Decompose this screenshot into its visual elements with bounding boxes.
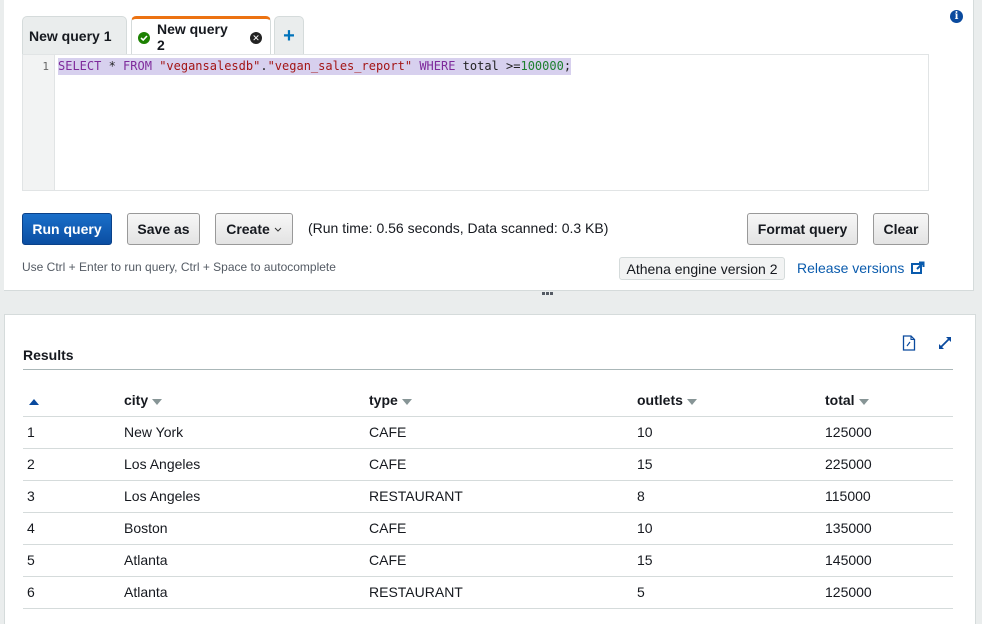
- cell-type: CAFE: [365, 544, 633, 577]
- cell-outlets: 10: [633, 416, 821, 449]
- cell-city: Los Angeles: [120, 480, 365, 513]
- divider: [23, 369, 953, 370]
- line-number: 1: [23, 55, 55, 190]
- sort-caret-icon: [152, 398, 163, 405]
- column-label: outlets: [637, 392, 683, 409]
- code-token: total >=: [455, 59, 521, 73]
- cell-city: New York: [120, 416, 365, 449]
- cell-total: 225000: [821, 448, 953, 481]
- code-token: FROM: [123, 59, 152, 73]
- row-number: 2: [23, 448, 120, 481]
- tab-new-query-1[interactable]: New query 1: [22, 16, 127, 54]
- row-number: 5: [23, 544, 120, 577]
- tab-label: New query 1: [29, 27, 112, 44]
- table-row: 1 New York CAFE 10 125000: [23, 416, 953, 449]
- run-stats: (Run time: 0.56 seconds, Data scanned: 0…: [308, 220, 609, 236]
- cell-total: 125000: [821, 416, 953, 449]
- cell-outlets: 10: [633, 512, 821, 545]
- column-label: type: [369, 392, 398, 409]
- cell-city: Atlanta: [120, 544, 365, 577]
- row-number: 1: [23, 416, 120, 449]
- plus-icon: +: [283, 24, 295, 47]
- sort-caret-icon: [858, 398, 869, 405]
- column-header-city[interactable]: city: [120, 385, 365, 417]
- close-icon[interactable]: ✕: [250, 32, 263, 44]
- results-title: Results: [23, 347, 74, 363]
- code-token: .: [260, 59, 268, 73]
- format-query-button[interactable]: Format query: [747, 213, 858, 245]
- column-header-type[interactable]: type: [365, 385, 633, 417]
- table-row: 3 Los Angeles RESTAURANT 8 115000: [23, 480, 953, 513]
- code-token: 100000: [520, 59, 564, 73]
- row-number: 6: [23, 576, 120, 609]
- create-label: Create: [226, 221, 270, 237]
- sql-editor[interactable]: 1 SELECT * FROM "vegansalesdb"."vegan_sa…: [22, 54, 929, 191]
- code-token: *: [101, 59, 124, 73]
- cell-outlets: 8: [633, 480, 821, 513]
- sort-caret-icon: [401, 398, 412, 405]
- cell-total: 115000: [821, 480, 953, 513]
- cell-outlets: 5: [633, 576, 821, 609]
- table-row: 5 Atlanta CAFE 15 145000: [23, 544, 953, 577]
- row-number-header[interactable]: [23, 385, 120, 417]
- cell-city: Boston: [120, 512, 365, 545]
- release-versions-link[interactable]: Release versions: [797, 260, 925, 276]
- cell-city: Atlanta: [120, 576, 365, 609]
- code-token: ;: [563, 59, 572, 73]
- table-row: 6 Atlanta RESTAURANT 5 125000: [23, 576, 953, 609]
- cell-type: RESTAURANT: [365, 576, 633, 609]
- release-versions-label: Release versions: [797, 260, 905, 276]
- table-row: 2 Los Angeles CAFE 15 225000: [23, 448, 953, 481]
- tab-new-query-2[interactable]: New query 2 ✕: [131, 16, 271, 55]
- results-panel: Results city type outlets total 1 New Yor…: [4, 314, 976, 624]
- code-token: "vegan_sales_report": [267, 59, 413, 73]
- cell-type: CAFE: [365, 512, 633, 545]
- row-number: 4: [23, 512, 120, 545]
- cell-outlets: 15: [633, 448, 821, 481]
- save-as-button[interactable]: Save as: [127, 213, 200, 245]
- cell-total: 135000: [821, 512, 953, 545]
- cell-type: CAFE: [365, 448, 633, 481]
- check-circle-icon: [138, 32, 150, 44]
- tab-label: New query 2: [156, 21, 228, 53]
- run-query-button[interactable]: Run query: [22, 213, 112, 245]
- cell-total: 145000: [821, 544, 953, 577]
- row-number: 3: [23, 480, 120, 513]
- table-row: 4 Boston CAFE 10 135000: [23, 512, 953, 545]
- sort-ascending-icon: [29, 399, 39, 406]
- cell-city: Los Angeles: [120, 448, 365, 481]
- cell-type: RESTAURANT: [365, 480, 633, 513]
- code-token: SELECT: [58, 59, 102, 73]
- column-label: total: [825, 392, 855, 409]
- clear-button[interactable]: Clear: [873, 213, 929, 245]
- expand-icon[interactable]: [937, 335, 953, 351]
- external-link-icon: [911, 261, 925, 274]
- cell-outlets: 15: [633, 544, 821, 577]
- column-header-outlets[interactable]: outlets: [633, 385, 821, 417]
- code-token: "vegansalesdb": [159, 59, 261, 73]
- keyboard-hint: Use Ctrl + Enter to run query, Ctrl + Sp…: [22, 260, 336, 274]
- code-line[interactable]: SELECT * FROM "vegansalesdb"."vegan_sale…: [58, 58, 572, 75]
- column-label: city: [124, 392, 149, 409]
- header-row: city type outlets total: [23, 385, 953, 417]
- sort-caret-icon: [686, 398, 697, 405]
- code-token: WHERE: [419, 59, 456, 73]
- cell-type: CAFE: [365, 416, 633, 449]
- results-table: city type outlets total 1 New York CAFE 10 1…: [23, 385, 953, 609]
- download-csv-icon[interactable]: [902, 335, 916, 351]
- chevron-down-icon: [274, 227, 282, 232]
- cell-total: 125000: [821, 576, 953, 609]
- panel-resize-handle[interactable]: [542, 292, 554, 296]
- add-tab-button[interactable]: +: [274, 16, 304, 54]
- engine-version-badge: Athena engine version 2: [619, 257, 785, 280]
- column-header-total[interactable]: total: [821, 385, 953, 417]
- info-icon[interactable]: i: [950, 10, 963, 23]
- create-dropdown-button[interactable]: Create: [215, 213, 293, 245]
